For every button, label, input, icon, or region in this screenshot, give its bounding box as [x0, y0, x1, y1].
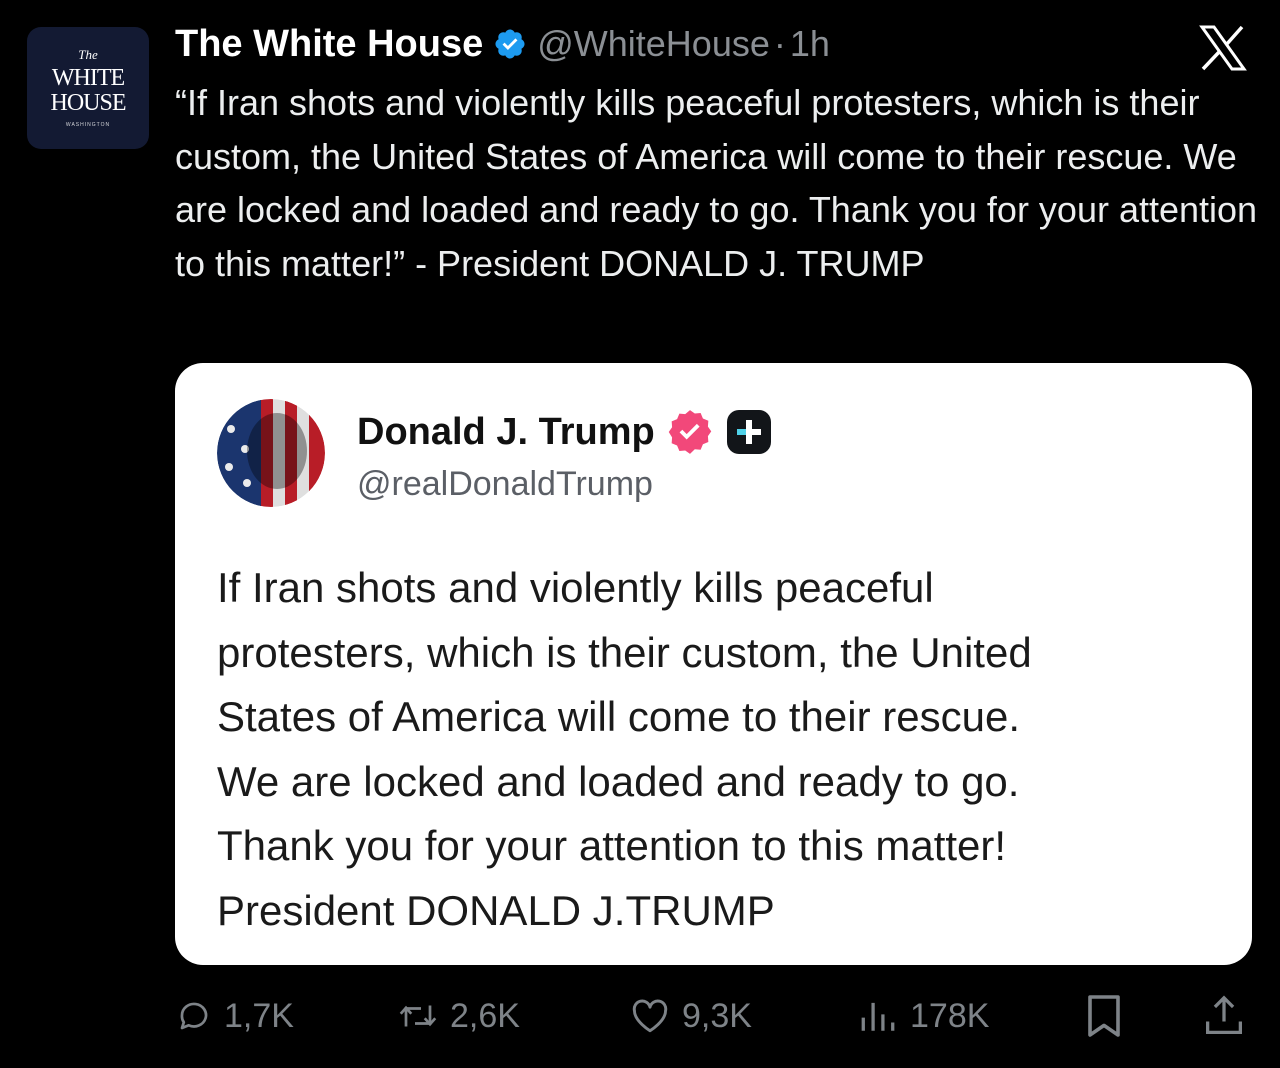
repost-button[interactable]: 2,6K — [398, 986, 520, 1046]
quoted-line: Thank you for your attention to this mat… — [217, 822, 1007, 869]
x-logo-icon — [1199, 25, 1247, 71]
logo-line-washington: WASHINGTON — [65, 122, 111, 128]
reply-icon — [180, 1002, 208, 1030]
logo-line-house: HOUSE — [50, 90, 126, 116]
quoted-line: protesters, which is their custom, the U… — [217, 628, 1032, 676]
like-button[interactable]: 9,3K — [630, 986, 752, 1046]
quoted-post-text: If Iran shots and violently kills peacef… — [217, 556, 1227, 943]
share-icon — [1206, 995, 1242, 1034]
bookmark-icon — [1088, 995, 1120, 1037]
quoted-line: If Iran shots and violently kills peacef… — [217, 564, 934, 611]
action-bar: 1,7K 2,6K 9,3K 178K — [0, 986, 1280, 1046]
white-house-avatar[interactable]: The WHITE HOUSE WASHINGTON — [27, 27, 149, 149]
quoted-author-row: Donald J. Trump — [357, 407, 773, 457]
quoted-post-card[interactable]: Donald J. Trump @realDonaldTrump If Iran… — [175, 363, 1252, 965]
flag-portrait-image — [217, 399, 325, 507]
quoted-line: President DONALD J.TRUMP — [217, 886, 775, 934]
views-count: 178K — [910, 996, 990, 1035]
trump-avatar[interactable] — [217, 399, 325, 507]
views-icon — [861, 1002, 895, 1031]
separator-dot: · — [773, 23, 786, 64]
quoted-line: We are locked and loaded and ready to go… — [217, 757, 1020, 805]
tweet-header: The White House @WhiteHouse · 1h — [175, 22, 830, 66]
share-button[interactable] — [1204, 986, 1256, 1046]
reply-count: 1,7K — [224, 996, 294, 1035]
views-button[interactable]: 178K — [858, 986, 989, 1046]
quoted-line: States of America will come to their res… — [217, 693, 1020, 740]
account-name[interactable]: The White House — [175, 23, 483, 66]
quoted-author-name[interactable]: Donald J. Trump — [357, 411, 655, 454]
reply-button[interactable]: 1,7K — [176, 986, 294, 1046]
bookmark-button[interactable] — [1084, 986, 1136, 1046]
account-handle[interactable]: @WhiteHouse — [537, 23, 770, 65]
like-count: 9,3K — [682, 996, 752, 1035]
verified-badge-icon — [495, 29, 525, 59]
quoted-author-handle[interactable]: @realDonaldTrump — [357, 465, 653, 504]
logo-line-white: WHITE — [51, 65, 125, 91]
timestamp[interactable]: 1h — [790, 23, 830, 65]
like-icon — [632, 999, 668, 1033]
truth-verified-icon — [668, 410, 711, 454]
repost-count: 2,6K — [450, 996, 520, 1035]
repost-icon — [399, 1005, 437, 1027]
logo-line-the: The — [78, 47, 98, 62]
truth-plus-icon — [726, 410, 771, 454]
tweet-text: “If Iran shots and violently kills peace… — [175, 82, 1258, 284]
